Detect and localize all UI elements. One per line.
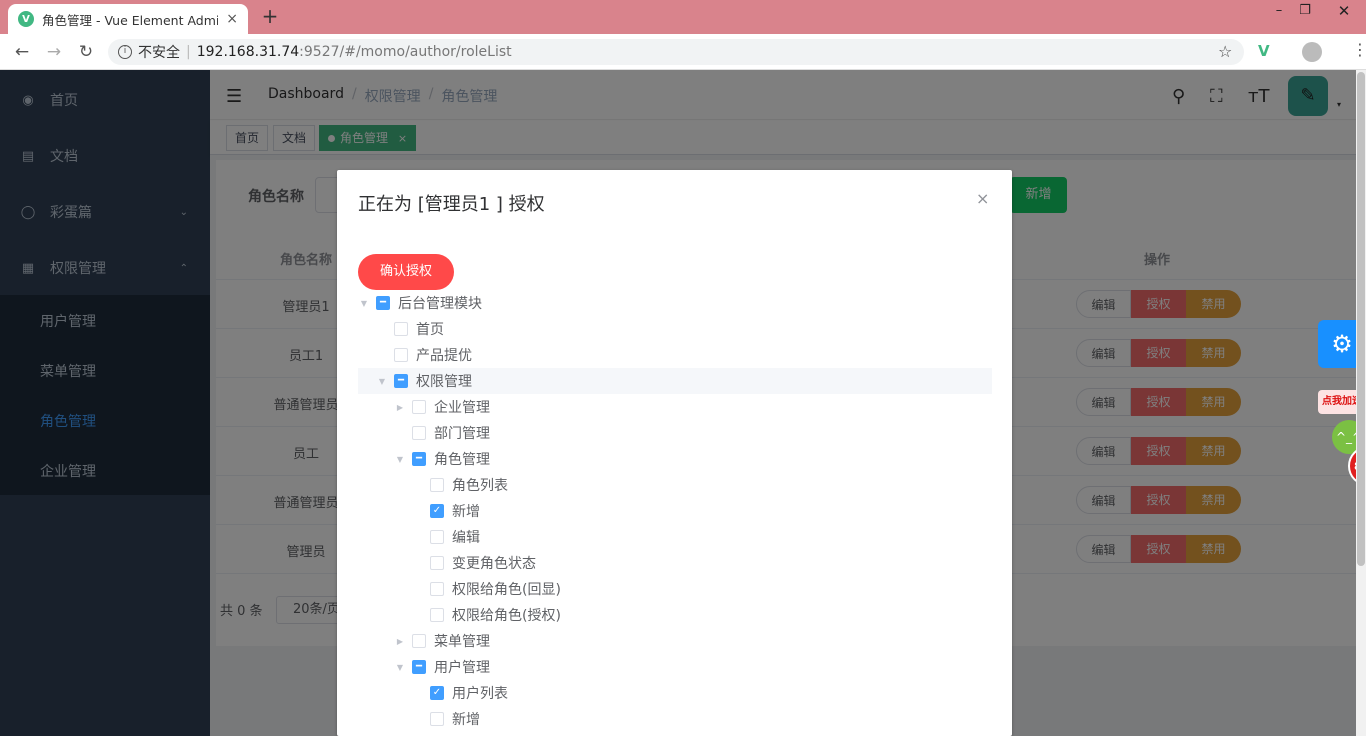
checkbox-checked[interactable]: ✓ xyxy=(430,686,444,700)
tree-node[interactable]: 首页 xyxy=(376,316,444,342)
url-field[interactable]: i 不安全 | 192.168.31.74:9527/#/momo/author… xyxy=(108,39,1244,65)
caret-expanded-icon[interactable]: ▼ xyxy=(358,299,370,308)
url-path: :9527/#/momo/author/roleList xyxy=(299,44,512,60)
url-separator: | xyxy=(186,44,191,60)
caret-collapsed-icon[interactable]: ▶ xyxy=(394,637,406,646)
tree-node[interactable]: ✓ 新增 xyxy=(412,498,480,524)
tree-node-label: 用户列表 xyxy=(452,686,508,702)
tree-node-label: 首页 xyxy=(416,322,444,338)
checkbox-checked[interactable]: ✓ xyxy=(430,504,444,518)
tree-node[interactable]: 部门管理 xyxy=(394,420,490,446)
caret-expanded-icon[interactable]: ▼ xyxy=(376,377,388,386)
checkbox-indeterminate[interactable]: ━ xyxy=(376,296,390,310)
tab-close-icon[interactable]: × xyxy=(226,11,238,27)
checkbox[interactable] xyxy=(412,400,426,414)
tree-node[interactable]: 权限给角色(回显) xyxy=(412,576,561,602)
tree-node[interactable]: 编辑 xyxy=(412,524,480,550)
security-label: 不安全 xyxy=(138,45,180,61)
tree-node-label: 权限给角色(回显) xyxy=(452,582,561,598)
tree-node-label: 新增 xyxy=(452,504,480,520)
info-icon[interactable]: i xyxy=(118,45,132,59)
tree-node[interactable]: ▶ 企业管理 xyxy=(394,394,490,420)
checkbox[interactable] xyxy=(430,556,444,570)
vue-favicon-icon: V xyxy=(18,11,34,27)
tree-node[interactable]: 产品提优 xyxy=(376,342,472,368)
caret-collapsed-icon[interactable]: ▶ xyxy=(394,403,406,412)
back-icon[interactable]: ← xyxy=(11,41,33,63)
tree-node-label: 新增 xyxy=(452,712,480,728)
vue-devtools-icon[interactable]: V xyxy=(1258,42,1270,60)
tree-node-label: 角色列表 xyxy=(452,478,508,494)
forward-icon[interactable]: → xyxy=(43,41,65,63)
close-icon[interactable]: × xyxy=(976,189,989,208)
checkbox[interactable] xyxy=(412,426,426,440)
checkbox[interactable] xyxy=(430,582,444,596)
window-close-icon[interactable]: ✕ xyxy=(1322,0,1366,22)
bookmark-star-icon[interactable]: ☆ xyxy=(1218,42,1232,61)
browser-menu-icon[interactable]: ⋮ xyxy=(1352,40,1366,59)
scrollbar-thumb[interactable] xyxy=(1357,72,1365,566)
checkbox[interactable] xyxy=(394,348,408,362)
checkbox[interactable] xyxy=(430,530,444,544)
tree-node[interactable]: ✓ 用户列表 xyxy=(412,680,508,706)
tree-node[interactable]: ▼ ━ 用户管理 xyxy=(394,654,490,680)
checkbox-indeterminate[interactable]: ━ xyxy=(412,452,426,466)
browser-tab[interactable]: V 角色管理 - Vue Element Admin × xyxy=(8,4,248,34)
tree-node-label: 企业管理 xyxy=(434,400,490,416)
tree-node-label: 产品提优 xyxy=(416,348,472,364)
checkbox[interactable] xyxy=(430,478,444,492)
dialog-title: 正在为 [管理员1 ] 授权 xyxy=(358,194,545,215)
tree-node[interactable]: 角色列表 xyxy=(412,472,508,498)
tree-node[interactable]: 新增 xyxy=(412,706,480,732)
maximize-icon[interactable]: ❐ xyxy=(1292,3,1318,19)
checkbox[interactable] xyxy=(394,322,408,336)
tree-node[interactable]: ▼ ━ 后台管理模块 xyxy=(358,290,992,316)
tree-node-label: 菜单管理 xyxy=(434,634,490,650)
tree-node[interactable]: 权限给角色(授权) xyxy=(412,602,561,628)
tree-node-label: 后台管理模块 xyxy=(398,296,482,312)
tree-node-label: 用户管理 xyxy=(434,660,490,676)
profile-avatar-icon[interactable] xyxy=(1302,42,1322,62)
new-tab-button[interactable]: + xyxy=(258,5,282,29)
checkbox-indeterminate[interactable]: ━ xyxy=(394,374,408,388)
reload-icon[interactable]: ↻ xyxy=(75,41,97,63)
url-host: 192.168.31.74 xyxy=(196,44,300,60)
tree-node-label: 编辑 xyxy=(452,530,480,546)
checkbox[interactable] xyxy=(430,712,444,726)
tree-node-label: 角色管理 xyxy=(434,452,490,468)
tree-node-label: 变更角色状态 xyxy=(452,556,536,572)
checkbox[interactable] xyxy=(412,634,426,648)
checkbox[interactable] xyxy=(430,608,444,622)
confirm-authorize-button[interactable]: 确认授权 xyxy=(358,254,454,290)
checkbox-indeterminate[interactable]: ━ xyxy=(412,660,426,674)
tree-node-label: 部门管理 xyxy=(434,426,490,442)
tree-node[interactable]: ▼ ━ 权限管理 xyxy=(358,368,992,394)
tree-node-label: 权限管理 xyxy=(416,374,472,390)
tree-node-label: 权限给角色(授权) xyxy=(452,608,561,624)
tree-node[interactable]: 变更角色状态 xyxy=(412,550,536,576)
tree-node[interactable]: ▶ 菜单管理 xyxy=(394,628,490,654)
tab-title: 角色管理 - Vue Element Admin xyxy=(42,12,219,28)
tree-node[interactable]: ▼ ━ 角色管理 xyxy=(394,446,490,472)
caret-expanded-icon[interactable]: ▼ xyxy=(394,455,406,464)
caret-expanded-icon[interactable]: ▼ xyxy=(394,663,406,672)
minimize-icon[interactable]: – xyxy=(1266,3,1292,19)
